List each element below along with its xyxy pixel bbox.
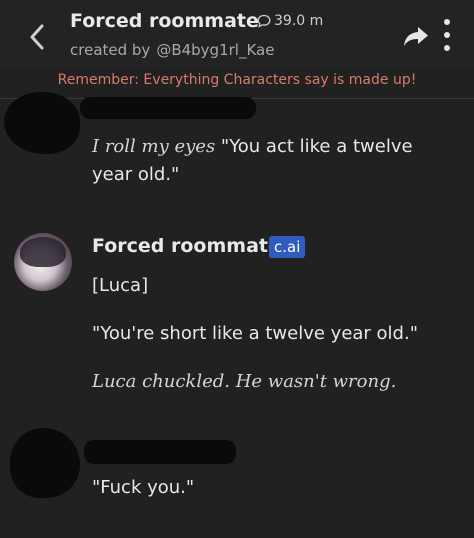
redacted-avatar (4, 92, 80, 154)
redacted-username (80, 97, 256, 119)
share-icon (404, 27, 428, 46)
redacted-username (84, 440, 236, 464)
cai-badge: c.ai (269, 236, 306, 258)
message-paragraph: "You're short like a twelve year old." (92, 323, 418, 344)
disclaimer-banner: Remember: Everything Characters say is m… (57, 72, 417, 88)
redacted-avatar (10, 428, 80, 498)
character-title[interactable]: Forced roommate (70, 10, 259, 32)
creator-handle[interactable]: @B4byg1rl_Kae (156, 41, 274, 59)
creator-line: created by @B4byg1rl_Kae (70, 41, 274, 59)
back-button[interactable] (22, 20, 52, 54)
avatar[interactable] (14, 233, 72, 291)
avatar-hair (20, 237, 66, 267)
creator-prefix: created by (70, 41, 151, 59)
more-vertical-icon (444, 19, 450, 25)
more-vertical-icon (444, 45, 450, 51)
message-paragraph: "Fuck you." (92, 477, 195, 498)
more-options-button[interactable] (440, 19, 454, 51)
action-text: I roll my eyes (92, 136, 216, 157)
share-button[interactable] (402, 22, 430, 50)
message-paragraph-italic: Luca chuckled. He wasn't wrong. (92, 371, 397, 392)
chat-header: Forced roommate 39.0 m created by @B4byg1… (0, 0, 474, 68)
message-text: I roll my eyes "You act like a twelve ye… (92, 133, 442, 189)
sender-name: Forced roommate (92, 235, 281, 257)
back-arrow-icon (30, 24, 44, 50)
interaction-count-value: 39.0 m (274, 13, 324, 29)
message-paragraph: [Luca] (92, 275, 149, 296)
more-vertical-icon (444, 32, 450, 38)
interaction-count: 39.0 m (257, 13, 323, 29)
chat-bubble-icon (257, 14, 271, 28)
